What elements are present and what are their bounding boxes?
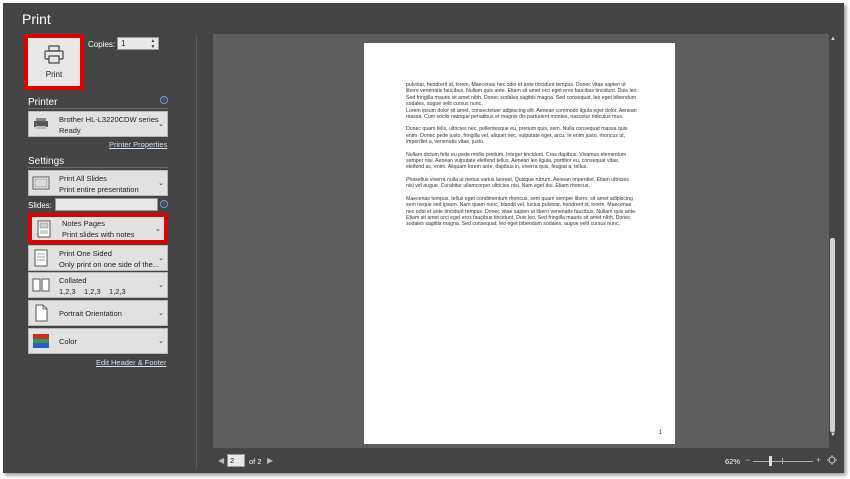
zoom-out-button[interactable]: − [745, 455, 750, 465]
color-dropdown[interactable]: Color ⌄ [28, 328, 168, 354]
info-icon[interactable]: i [160, 200, 168, 208]
printer-icon [44, 45, 64, 64]
printer-status: Ready [59, 126, 81, 135]
divider [28, 108, 168, 109]
preview-page: pulvinar, hendrerit id, lorem. Maecenas … [364, 43, 675, 444]
sides-title: Print One Sided [59, 249, 112, 258]
preview-page-number: 1 [658, 430, 662, 436]
print-button[interactable]: Print [24, 34, 84, 90]
slides-label: Slides: [28, 201, 53, 210]
printer-properties-link[interactable]: Printer Properties [109, 140, 167, 149]
chevron-down-icon: ⌄ [158, 255, 164, 262]
printer-icon [34, 118, 48, 129]
preview-paragraph: Maecenas tempus, tellus eget condimentum… [406, 195, 637, 228]
copies-stepper[interactable]: 1 ▲ ▼ [117, 37, 159, 50]
scrollbar-thumb[interactable] [830, 238, 835, 432]
page-count-label: of 2 [249, 457, 262, 466]
preview-page-text: pulvinar, hendrerit id, lorem. Maecenas … [406, 82, 638, 234]
orientation-title: Portrait Orientation [59, 309, 122, 318]
zoom-slider-track[interactable] [753, 461, 813, 462]
sides-subtitle: Only print on one side of the... [59, 260, 159, 269]
slides-range-dropdown[interactable]: Print All Slides Print entire presentati… [28, 170, 168, 196]
collation-subtitle: 1,2,3 1,2,3 1,2,3 [59, 287, 126, 296]
preview-paragraph: Phasellus viverra nulla ut metus varius … [406, 176, 629, 190]
preview-paragraph: pulvinar, hendrerit id, lorem. Maecenas … [406, 82, 638, 121]
slides-range-subtitle: Print entire presentation [59, 185, 139, 194]
zoom-in-button[interactable]: + [816, 455, 821, 465]
copies-value: 1 [121, 39, 126, 48]
settings-heading: Settings [28, 156, 65, 167]
preview-paragraph: Donec quam felis, ultricies nec, pellent… [406, 126, 628, 146]
current-page-input[interactable]: 2 [227, 454, 245, 467]
edit-header-footer-link[interactable]: Edit Header & Footer [96, 358, 166, 367]
preview-scrollbar[interactable]: ▲ ▼ [829, 36, 837, 440]
printer-heading: Printer [28, 97, 58, 108]
slides-input[interactable] [55, 198, 158, 211]
printer-dropdown[interactable]: Brother HL-L3220CDW series... Ready ⌄ [28, 111, 168, 137]
zoom-slider-thumb[interactable] [769, 456, 772, 466]
chevron-down-icon: ⌄ [155, 225, 161, 233]
print-layout-subtitle: Print slides with notes [62, 230, 135, 239]
copies-label: Copies: [88, 40, 116, 49]
zoom-slider-center-tick [782, 458, 783, 464]
fit-to-window-icon[interactable] [827, 455, 837, 465]
chevron-down-icon: ⌄ [158, 121, 164, 128]
chevron-down-icon: ⌄ [158, 310, 164, 317]
portrait-page-icon [35, 304, 48, 322]
color-title: Color [59, 337, 77, 346]
collation-title: Collated [59, 276, 87, 285]
chevron-down-icon: ⌄ [158, 338, 164, 345]
one-sided-icon [34, 249, 48, 267]
chevron-left-icon[interactable]: ◀ [218, 456, 224, 465]
scroll-down-icon[interactable]: ▼ [829, 432, 837, 438]
sides-dropdown[interactable]: Print One Sided Only print on one side o… [28, 245, 168, 271]
orientation-dropdown[interactable]: Portrait Orientation ⌄ [28, 300, 168, 326]
page-title: Print [22, 11, 51, 27]
info-icon[interactable]: i [160, 96, 168, 104]
print-layout-dropdown[interactable]: Notes Pages Print slides with notes ⌄ [28, 213, 168, 244]
scroll-up-icon[interactable]: ▲ [829, 36, 837, 42]
chevron-right-icon[interactable]: ▶ [267, 456, 273, 465]
copies-spin-buttons[interactable]: ▲ ▼ [150, 38, 156, 50]
chevron-down-icon: ⌄ [158, 180, 164, 187]
print-button-label: Print [45, 70, 63, 79]
printer-name: Brother HL-L3220CDW series... [59, 115, 159, 124]
color-icon [33, 334, 49, 348]
slides-range-title: Print All Slides [59, 174, 107, 183]
divider [28, 167, 168, 168]
collated-icon [32, 278, 50, 292]
panel-divider [196, 36, 197, 468]
zoom-level-label[interactable]: 62% [725, 457, 740, 466]
collation-dropdown[interactable]: Collated 1,2,3 1,2,3 1,2,3 ⌄ [28, 272, 168, 298]
preview-paragraph: Nullam dictum felis eu pede mollis preti… [406, 151, 627, 171]
chevron-down-icon: ⌄ [158, 282, 164, 289]
notes-page-icon [37, 220, 51, 237]
print-layout-title: Notes Pages [62, 219, 105, 228]
slides-icon [32, 176, 50, 190]
